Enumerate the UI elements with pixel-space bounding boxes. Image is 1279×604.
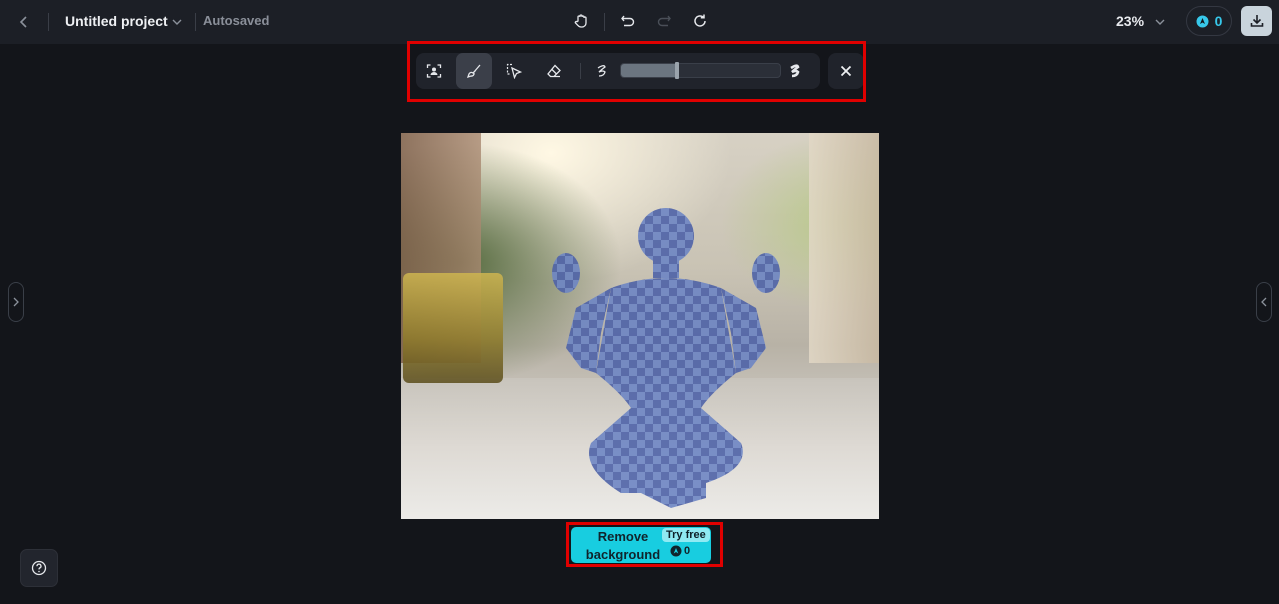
undo-icon: [621, 15, 635, 27]
redo-button[interactable]: [650, 7, 678, 35]
slider-handle[interactable]: [674, 62, 679, 79]
help-button[interactable]: [20, 549, 58, 587]
zoom-menu-button[interactable]: [1146, 8, 1174, 36]
right-panel-toggle[interactable]: [1256, 282, 1272, 322]
remove-background-button[interactable]: Remove background Try free 0: [571, 527, 711, 563]
eraser-tool[interactable]: [536, 53, 572, 89]
divider: [195, 13, 196, 31]
chevron-down-icon: [1155, 19, 1165, 25]
save-status: Autosaved: [203, 13, 270, 28]
masked-subject: [552, 208, 780, 508]
try-free-badge: Try free: [662, 528, 710, 542]
refresh-icon: [694, 14, 706, 27]
lasso-select-tool[interactable]: [496, 53, 532, 89]
download-icon: [1250, 15, 1263, 27]
hand-tool-button[interactable]: [567, 7, 595, 35]
back-button[interactable]: [10, 8, 38, 36]
chevron-right-icon: [13, 297, 19, 307]
credits-button[interactable]: 0: [1186, 6, 1232, 36]
brush-size-slider[interactable]: [620, 62, 781, 79]
background-building-right: [809, 133, 879, 363]
hand-icon: [574, 14, 587, 28]
select-subject-tool[interactable]: [416, 53, 452, 89]
project-menu-button[interactable]: [163, 8, 191, 36]
remove-background-label: Remove background: [585, 529, 661, 562]
close-toolbar-button[interactable]: [828, 53, 864, 89]
credits-count: 0: [1214, 13, 1223, 29]
eraser-icon: [547, 64, 561, 78]
credit-coin-icon: [1196, 15, 1209, 27]
select-cursor-icon: [506, 63, 522, 79]
divider: [48, 13, 49, 31]
chevron-left-icon: [1261, 297, 1267, 307]
brush-toolbar: [416, 53, 820, 89]
background-truck: [403, 273, 503, 383]
thin-stroke-icon: [597, 65, 606, 77]
refresh-button[interactable]: [686, 7, 714, 35]
top-bar: Untitled project Autosaved 23% 0: [0, 0, 1279, 44]
credit-coin-icon: [670, 545, 682, 557]
divider: [604, 13, 605, 31]
close-icon: [840, 65, 852, 77]
project-title[interactable]: Untitled project: [65, 13, 168, 29]
thick-stroke-icon: [790, 64, 800, 78]
zoom-level[interactable]: 23%: [1116, 13, 1144, 29]
redo-icon: [657, 15, 671, 27]
left-panel-toggle[interactable]: [8, 282, 24, 322]
canvas-image[interactable]: [401, 133, 879, 519]
small-brush-size-button[interactable]: [584, 53, 620, 89]
slider-fill: [621, 64, 677, 77]
chevron-down-icon: [172, 19, 182, 25]
large-brush-size-button[interactable]: [777, 53, 813, 89]
help-icon: [31, 560, 47, 576]
divider: [580, 63, 581, 79]
cost-indicator: 0: [670, 545, 690, 557]
download-button[interactable]: [1241, 6, 1272, 36]
chevron-left-icon: [19, 16, 27, 28]
person-frame-icon: [426, 64, 442, 78]
cost-value: 0: [684, 545, 691, 557]
undo-button[interactable]: [614, 7, 642, 35]
brush-tool[interactable]: [456, 53, 492, 89]
brush-icon: [466, 64, 481, 79]
